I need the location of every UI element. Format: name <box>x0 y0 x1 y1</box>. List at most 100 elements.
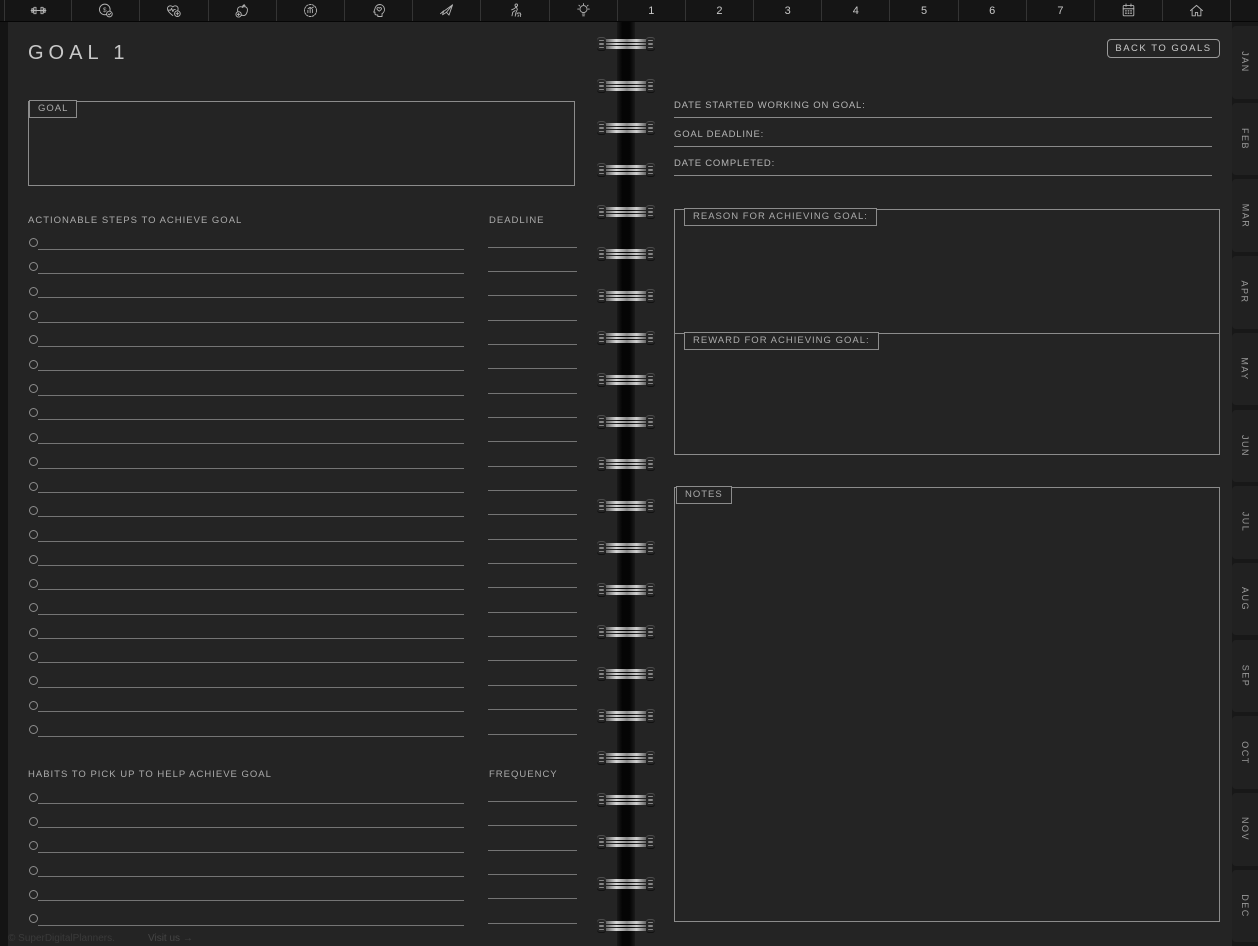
step-row-bullet[interactable] <box>29 384 38 393</box>
step-row-value-line[interactable] <box>488 320 577 321</box>
habit-row-bullet[interactable] <box>29 914 38 923</box>
step-row-value-line[interactable] <box>488 490 577 491</box>
tab-page-7[interactable]: 7 <box>1027 0 1095 21</box>
habit-row-bullet[interactable] <box>29 890 38 899</box>
step-row-value-line[interactable] <box>488 660 577 661</box>
tab-page-6[interactable]: 6 <box>959 0 1027 21</box>
step-row-text-line[interactable] <box>38 322 464 323</box>
step-row-bullet[interactable] <box>29 725 38 734</box>
habit-row-text-line[interactable] <box>38 876 464 877</box>
step-row-text-line[interactable] <box>38 687 464 688</box>
step-row-value-line[interactable] <box>488 539 577 540</box>
habit-row-bullet[interactable] <box>29 793 38 802</box>
step-row-bullet[interactable] <box>29 311 38 320</box>
step-row-value-line[interactable] <box>488 393 577 394</box>
step-row-value-line[interactable] <box>488 247 577 248</box>
step-row-value-line[interactable] <box>488 466 577 467</box>
step-row-text-line[interactable] <box>38 419 464 420</box>
tab-calendar[interactable] <box>1095 0 1163 21</box>
back-to-goals-button[interactable]: BACK TO GOALS <box>1107 39 1220 58</box>
habit-row-value-line[interactable] <box>488 825 577 826</box>
step-row-text-line[interactable] <box>38 297 464 298</box>
tab-stats[interactable] <box>277 0 345 21</box>
tab-nutrition[interactable] <box>209 0 277 21</box>
step-row-value-line[interactable] <box>488 417 577 418</box>
step-row-bullet[interactable] <box>29 408 38 417</box>
habit-row-text-line[interactable] <box>38 900 464 901</box>
step-row-text-line[interactable] <box>38 492 464 493</box>
step-row-text-line[interactable] <box>38 443 464 444</box>
date-field-line[interactable] <box>674 117 1212 118</box>
habit-row-text-line[interactable] <box>38 827 464 828</box>
step-row-bullet[interactable] <box>29 287 38 296</box>
month-tab-aug[interactable]: AUG <box>1232 563 1258 636</box>
habit-row-value-line[interactable] <box>488 801 577 802</box>
step-row-text-line[interactable] <box>38 662 464 663</box>
habit-row-text-line[interactable] <box>38 803 464 804</box>
month-tab-mar[interactable]: MAR <box>1232 179 1258 252</box>
step-row-bullet[interactable] <box>29 555 38 564</box>
step-row-bullet[interactable] <box>29 360 38 369</box>
step-row-text-line[interactable] <box>38 736 464 737</box>
step-row-bullet[interactable] <box>29 579 38 588</box>
step-row-value-line[interactable] <box>488 563 577 564</box>
month-tab-jun[interactable]: JUN <box>1232 410 1258 483</box>
month-tab-apr[interactable]: APR <box>1232 256 1258 329</box>
step-row-value-line[interactable] <box>488 734 577 735</box>
tab-fitness[interactable] <box>4 0 72 21</box>
tab-travel[interactable] <box>413 0 481 21</box>
step-row-value-line[interactable] <box>488 587 577 588</box>
month-tab-nov[interactable]: NOV <box>1232 793 1258 866</box>
tab-home[interactable] <box>1163 0 1231 21</box>
habit-row-value-line[interactable] <box>488 923 577 924</box>
step-row-text-line[interactable] <box>38 516 464 517</box>
step-row-text-line[interactable] <box>38 638 464 639</box>
habit-row-bullet[interactable] <box>29 841 38 850</box>
date-field-line[interactable] <box>674 146 1212 147</box>
habit-row-text-line[interactable] <box>38 925 464 926</box>
step-row-text-line[interactable] <box>38 614 464 615</box>
tab-page-5[interactable]: 5 <box>890 0 958 21</box>
tab-page-2[interactable]: 2 <box>686 0 754 21</box>
step-row-text-line[interactable] <box>38 346 464 347</box>
step-row-text-line[interactable] <box>38 249 464 250</box>
step-row-bullet[interactable] <box>29 676 38 685</box>
step-row-value-line[interactable] <box>488 514 577 515</box>
month-tab-sep[interactable]: SEP <box>1232 640 1258 713</box>
goal-text-box[interactable] <box>28 101 575 186</box>
step-row-bullet[interactable] <box>29 238 38 247</box>
notes-box[interactable] <box>674 487 1220 922</box>
tab-page-4[interactable]: 4 <box>822 0 890 21</box>
habit-row-bullet[interactable] <box>29 866 38 875</box>
month-tab-oct[interactable]: OCT <box>1232 716 1258 789</box>
step-row-bullet[interactable] <box>29 628 38 637</box>
step-row-bullet[interactable] <box>29 701 38 710</box>
step-row-text-line[interactable] <box>38 370 464 371</box>
step-row-text-line[interactable] <box>38 711 464 712</box>
step-row-value-line[interactable] <box>488 368 577 369</box>
tab-page-3[interactable]: 3 <box>754 0 822 21</box>
tab-finance[interactable]: $ <box>72 0 140 21</box>
month-tab-jan[interactable]: JAN <box>1232 26 1258 99</box>
habit-row-value-line[interactable] <box>488 874 577 875</box>
month-tab-may[interactable]: MAY <box>1232 333 1258 406</box>
date-field-line[interactable] <box>674 175 1212 176</box>
tab-page-1[interactable]: 1 <box>618 0 686 21</box>
month-tab-jul[interactable]: JUL <box>1232 486 1258 559</box>
step-row-text-line[interactable] <box>38 273 464 274</box>
tab-ideas[interactable] <box>550 0 618 21</box>
step-row-bullet[interactable] <box>29 652 38 661</box>
tab-health[interactable] <box>140 0 208 21</box>
step-row-text-line[interactable] <box>38 541 464 542</box>
habit-row-value-line[interactable] <box>488 898 577 899</box>
step-row-bullet[interactable] <box>29 603 38 612</box>
step-row-text-line[interactable] <box>38 589 464 590</box>
step-row-value-line[interactable] <box>488 295 577 296</box>
step-row-value-line[interactable] <box>488 271 577 272</box>
tab-mindfulness[interactable] <box>345 0 413 21</box>
step-row-bullet[interactable] <box>29 335 38 344</box>
habit-row-text-line[interactable] <box>38 852 464 853</box>
step-row-bullet[interactable] <box>29 457 38 466</box>
step-row-value-line[interactable] <box>488 344 577 345</box>
step-row-bullet[interactable] <box>29 482 38 491</box>
